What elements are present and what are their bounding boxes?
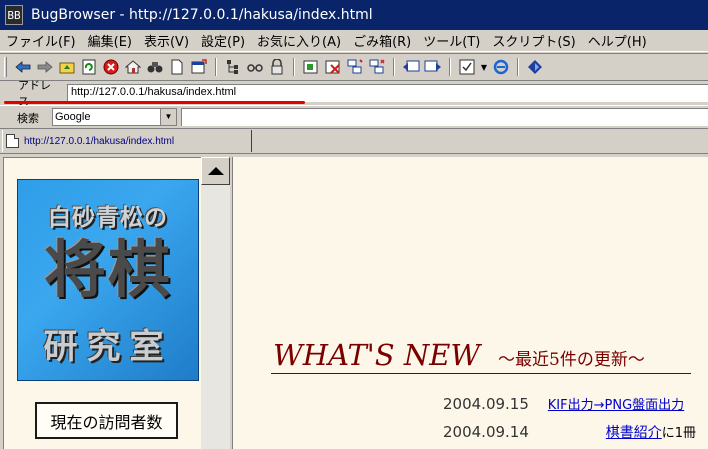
- window-title: BugBrowser - http://127.0.0.1/hakusa/ind…: [31, 7, 373, 23]
- menu-file[interactable]: ファイル(F): [0, 31, 82, 50]
- app-icon[interactable]: BB: [5, 5, 23, 25]
- tree-icon[interactable]: [224, 58, 242, 76]
- search-engine-value: Google: [55, 111, 91, 123]
- dropdown-arrow-icon[interactable]: ▼: [480, 58, 488, 76]
- toolbar-separator: [293, 58, 295, 76]
- toolbar-grip[interactable]: [4, 57, 7, 77]
- prev-window-icon[interactable]: [402, 58, 420, 76]
- menu-script[interactable]: スクリプト(S): [486, 31, 581, 50]
- menu-view[interactable]: 表示(V): [138, 31, 195, 50]
- logo-line-1: 白砂青松の: [48, 204, 168, 231]
- new-page-icon[interactable]: [168, 58, 186, 76]
- whats-new-heading: WHAT'S NEW ～最近5件の更新～: [273, 338, 645, 372]
- chevron-down-icon[interactable]: ▼: [160, 109, 176, 125]
- news-link[interactable]: 棋書紹介: [606, 425, 662, 441]
- menu-tools[interactable]: ツール(T): [417, 31, 486, 50]
- menu-edit[interactable]: 編集(E): [82, 31, 138, 50]
- news-description: に1冊: [661, 426, 697, 441]
- toolbar-separator: [449, 58, 451, 76]
- whats-new-title: WHAT'S NEW: [273, 338, 481, 372]
- left-frame-scrollbar[interactable]: [201, 157, 230, 449]
- tab-bar: http://127.0.0.1/hakusa/index.html: [0, 128, 708, 152]
- site-logo[interactable]: 白砂青松の 将棋 研究室: [17, 179, 199, 381]
- check-icon[interactable]: [458, 58, 476, 76]
- ie-icon[interactable]: [492, 58, 510, 76]
- menu-help[interactable]: ヘルプ(H): [582, 31, 653, 50]
- left-frame: 白砂青松の 将棋 研究室 現在の訪問者数: [3, 157, 205, 449]
- back-icon[interactable]: [14, 58, 32, 76]
- lock-icon[interactable]: [268, 58, 286, 76]
- toolbar: ▼: [0, 53, 708, 81]
- toolbar-separator: [215, 58, 217, 76]
- menu-settings[interactable]: 設定(P): [195, 31, 251, 50]
- stop-icon[interactable]: [102, 58, 120, 76]
- home-icon[interactable]: [124, 58, 142, 76]
- tile-icon[interactable]: [368, 58, 386, 76]
- arrow-up-icon: [207, 167, 224, 175]
- logo-line-2: 将棋: [43, 233, 172, 306]
- refresh-icon[interactable]: [80, 58, 98, 76]
- split-icon[interactable]: [346, 58, 364, 76]
- scroll-up-button[interactable]: [201, 157, 230, 185]
- menu-bar: ファイル(F) 編集(E) 表示(V) 設定(P) お気に入り(A) ごみ箱(R…: [0, 30, 708, 52]
- menu-favorites[interactable]: お気に入り(A): [251, 31, 347, 50]
- close-frame-icon[interactable]: [324, 58, 342, 76]
- search-label: 検索: [17, 112, 39, 125]
- page-icon: [6, 134, 19, 148]
- title-bar: BB BugBrowser - http://127.0.0.1/hakusa/…: [0, 0, 708, 30]
- menu-trash[interactable]: ごみ箱(R): [347, 31, 417, 50]
- content-area: 白砂青松の 将棋 研究室 現在の訪問者数 WHAT'S NEW ～最近5件の更新…: [0, 153, 708, 449]
- news-date: 2004.09.15: [443, 395, 529, 413]
- find-icon[interactable]: [146, 58, 164, 76]
- news-date: 2004.09.14: [443, 423, 529, 441]
- frame-icon[interactable]: [302, 58, 320, 76]
- glasses-icon[interactable]: [246, 58, 264, 76]
- news-item: 2004.09.15 KIF出力→PNG盤面出力: [443, 394, 684, 413]
- heading-underline: [271, 373, 691, 374]
- address-input[interactable]: http://127.0.0.1/hakusa/index.html: [67, 84, 708, 102]
- toolbar-separator: [393, 58, 395, 76]
- search-bar: 検索 Google ▼: [0, 105, 708, 127]
- logo-line-3: 研究室: [43, 327, 173, 367]
- up-folder-icon[interactable]: [58, 58, 76, 76]
- whats-new-subtitle: ～最近5件の更新～: [498, 350, 645, 370]
- right-frame: WHAT'S NEW ～最近5件の更新～ 2004.09.15 KIF出力→PN…: [232, 157, 708, 449]
- search-engine-select[interactable]: Google ▼: [52, 108, 177, 126]
- next-window-icon[interactable]: [424, 58, 442, 76]
- news-link[interactable]: KIF出力→PNG盤面出力: [548, 398, 684, 413]
- tab-current-page[interactable]: http://127.0.0.1/hakusa/index.html: [2, 130, 252, 152]
- new-window-icon[interactable]: [190, 58, 208, 76]
- tab-label: http://127.0.0.1/hakusa/index.html: [24, 135, 175, 147]
- bookmark-icon[interactable]: [526, 58, 544, 76]
- visitor-counter-label: 現在の訪問者数: [35, 402, 178, 439]
- search-input[interactable]: [181, 108, 708, 126]
- news-item: 2004.09.14 棋書紹介に1冊: [443, 422, 696, 442]
- address-highlight-underline: [4, 101, 305, 104]
- forward-icon[interactable]: [36, 58, 54, 76]
- toolbar-separator: [517, 58, 519, 76]
